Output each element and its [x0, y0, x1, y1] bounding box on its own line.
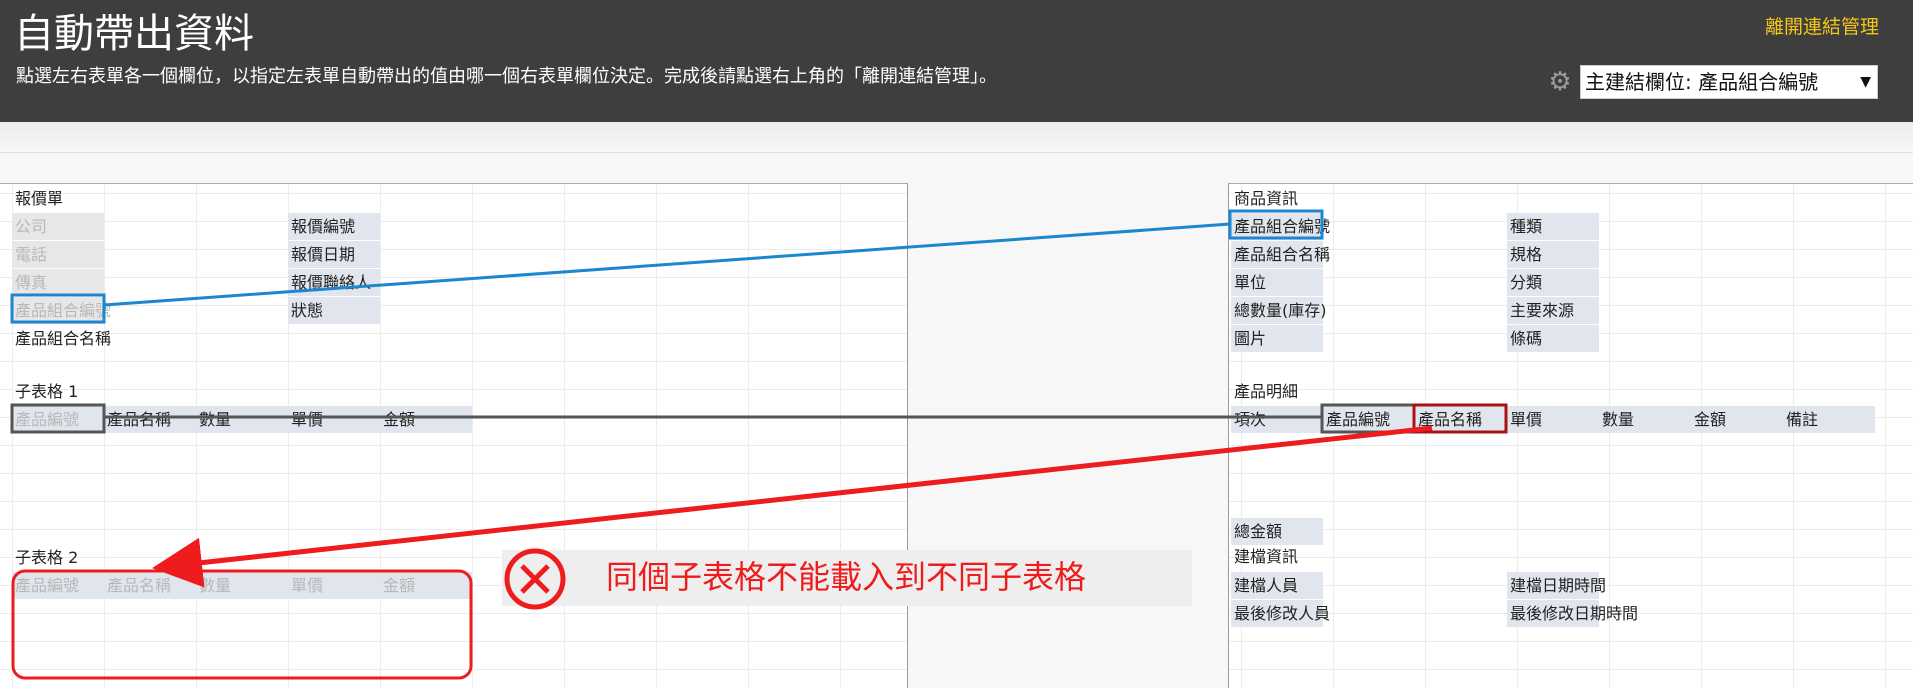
subtable-2-title: 子表格 2: [15, 548, 79, 567]
detail-col-unit-price[interactable]: 單價: [1507, 406, 1599, 433]
product-detail-title: 產品明細: [1234, 382, 1299, 401]
left-field-product-group-name[interactable]: 產品組合名稱: [12, 325, 111, 352]
left-field-product-group-id[interactable]: 產品組合編號: [12, 297, 111, 324]
right-field-spec[interactable]: 規格: [1507, 241, 1599, 268]
left-field-status[interactable]: 狀態: [288, 297, 380, 324]
exit-link-management-link[interactable]: 離開連結管理: [1765, 12, 1879, 39]
detail-col-quantity[interactable]: 數量: [1599, 406, 1691, 433]
left-field-phone[interactable]: 電話: [12, 241, 104, 268]
left-field-company[interactable]: 公司: [12, 213, 104, 240]
subtable-2-col-product-id[interactable]: 產品編號: [12, 572, 104, 599]
subtable-1-col-quantity[interactable]: 數量: [196, 406, 288, 433]
subtable-1-col-product-name[interactable]: 產品名稱: [104, 406, 196, 433]
right-form-canvas: 商品資訊 產品組合編號 產品組合名稱 單位 總數量(庫存) 圖片 種類 規格 分…: [1228, 183, 1913, 688]
left-form-title: 報價單: [15, 189, 64, 208]
right-field-type[interactable]: 種類: [1507, 213, 1599, 240]
page-description: 點選左右表單各一個欄位，以指定左表單自動帶出的值由哪一個右表單欄位決定。完成後請…: [16, 66, 997, 87]
subtable-1-title: 子表格 1: [15, 382, 79, 401]
left-field-quote-date[interactable]: 報價日期: [288, 241, 380, 268]
main-link-field-select[interactable]: 主建結欄位: 產品組合編號 ▼: [1580, 65, 1878, 99]
prohibited-icon: [504, 548, 566, 610]
subtable-1-col-unit-price[interactable]: 單價: [288, 406, 380, 433]
left-field-fax[interactable]: 傳真: [12, 269, 104, 296]
gear-icon[interactable]: ⚙: [1546, 67, 1574, 97]
chevron-down-icon: ▼: [1860, 74, 1871, 90]
right-field-product-group-name[interactable]: 產品組合名稱: [1231, 241, 1330, 268]
detail-col-note[interactable]: 備註: [1783, 406, 1875, 433]
left-form-canvas: 報價單 公司 電話 傳真 產品組合編號 產品組合名稱 報價編號 報價日期 報價聯…: [0, 183, 908, 688]
right-field-total-stock[interactable]: 總數量(庫存): [1231, 297, 1327, 324]
subtable-2-col-quantity[interactable]: 數量: [196, 572, 288, 599]
detail-col-amount[interactable]: 金額: [1691, 406, 1783, 433]
main-link-field-value: 主建結欄位: 產品組合編號: [1585, 70, 1819, 94]
record-info-title: 建檔資訊: [1234, 547, 1299, 566]
left-field-quote-contact[interactable]: 報價聯絡人: [288, 269, 380, 296]
detail-col-item-no[interactable]: 項次: [1231, 406, 1323, 433]
right-field-unit[interactable]: 單位: [1231, 269, 1323, 296]
subtable-2-col-product-name[interactable]: 產品名稱: [104, 572, 196, 599]
page-header: 自動帶出資料 點選左右表單各一個欄位，以指定左表單自動帶出的值由哪一個右表單欄位…: [0, 0, 1913, 122]
right-form-title: 商品資訊: [1234, 189, 1299, 208]
detail-col-product-name[interactable]: 產品名稱: [1415, 406, 1507, 433]
detail-col-product-id[interactable]: 產品編號: [1323, 406, 1415, 433]
right-field-modified-at[interactable]: 最後修改日期時間: [1507, 600, 1638, 627]
subtable-2-col-amount[interactable]: 金額: [380, 572, 472, 599]
right-field-barcode[interactable]: 條碼: [1507, 325, 1599, 352]
right-field-created-at[interactable]: 建檔日期時間: [1507, 572, 1606, 599]
warning-text: 同個子表格不能載入到不同子表格: [606, 558, 1087, 596]
subtable-1-col-product-id[interactable]: 產品編號: [12, 406, 104, 433]
subtable-2-col-unit-price[interactable]: 單價: [288, 572, 380, 599]
subtable-1-col-amount[interactable]: 金額: [380, 406, 472, 433]
right-field-total-amount[interactable]: 總金額: [1231, 518, 1323, 545]
page-title: 自動帶出資料: [14, 11, 254, 57]
right-field-category[interactable]: 分類: [1507, 269, 1599, 296]
header-divider: [0, 122, 1913, 153]
right-field-modified-by[interactable]: 最後修改人員: [1231, 600, 1330, 627]
left-field-quote-number[interactable]: 報價編號: [288, 213, 380, 240]
right-field-product-group-id[interactable]: 產品組合編號: [1231, 213, 1330, 240]
right-field-created-by[interactable]: 建檔人員: [1231, 572, 1323, 599]
right-field-image[interactable]: 圖片: [1231, 325, 1323, 352]
right-field-main-source[interactable]: 主要來源: [1507, 297, 1599, 324]
